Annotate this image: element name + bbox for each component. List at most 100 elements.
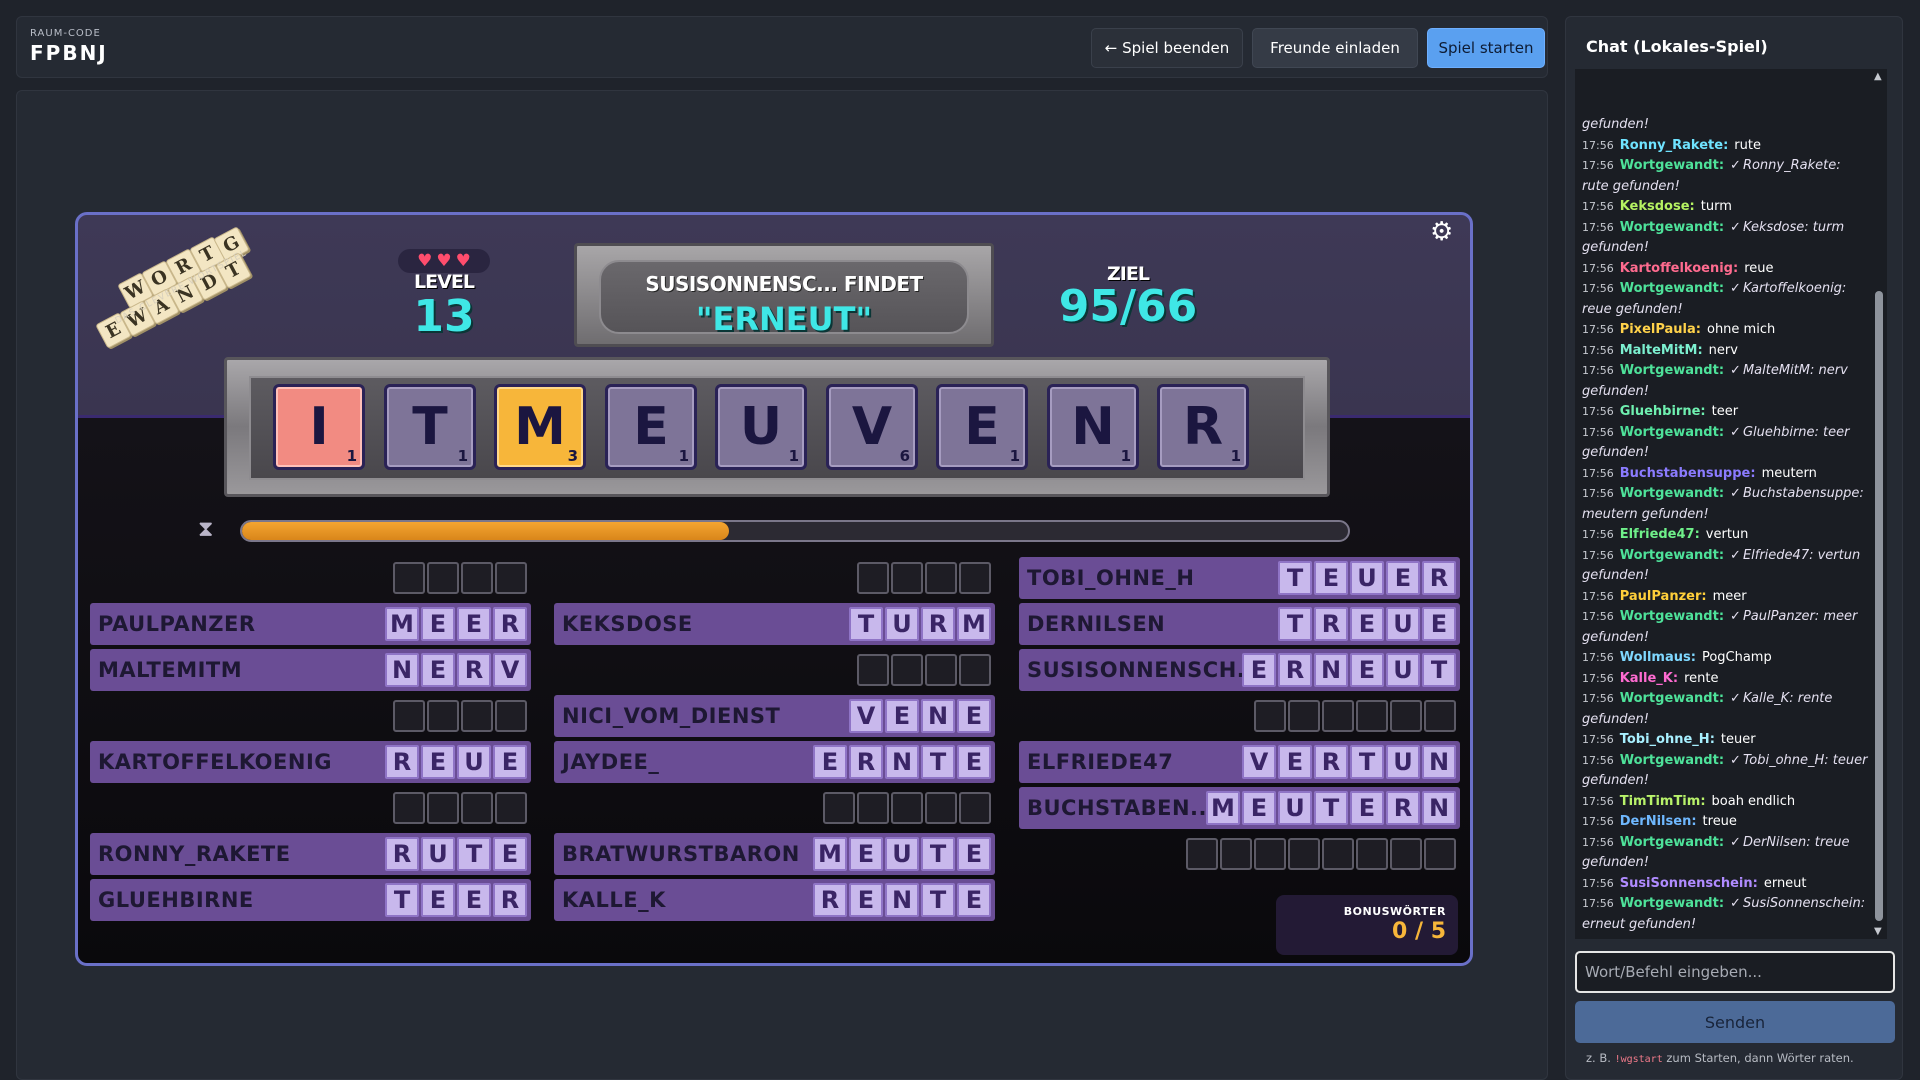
letter-tile[interactable]: U1: [715, 384, 807, 470]
chat-username[interactable]: Wortgewandt: [1620, 896, 1724, 911]
letter-tile-points: 1: [346, 447, 357, 465]
chat-username[interactable]: Tobi_ohne_H: [1620, 732, 1715, 747]
word-letter-box: R: [1386, 791, 1420, 825]
chat-messages: gefunden! 17:56 Ronny_Rakete rute 17:56 Wort…: [1575, 115, 1871, 935]
word-letter-box: U: [1350, 561, 1384, 595]
found-word-row: KEKSDOSE T U R M: [554, 603, 995, 645]
found-word-row: NICI_VOM_DIENST V E N E: [554, 695, 995, 737]
letter-tile[interactable]: T1: [384, 384, 476, 470]
chat-username[interactable]: Wollmaus: [1620, 650, 1696, 665]
found-word-row: RONNY_RAKETE R U T E: [90, 833, 531, 875]
start-game-button[interactable]: Spiel starten: [1427, 28, 1545, 68]
empty-letter-box: [461, 792, 493, 824]
chat-username[interactable]: Wortgewandt: [1620, 158, 1724, 173]
empty-word-slot: [823, 792, 991, 824]
letter-tile[interactable]: R1: [1157, 384, 1249, 470]
word-letter-box: E: [1242, 653, 1276, 687]
player-name: SUSISONNENSCH...: [1027, 658, 1263, 682]
chat-message: 17:56 PixelPaula ohne mich: [1582, 320, 1871, 341]
chat-username[interactable]: Kalle_K: [1620, 671, 1678, 686]
chat-timestamp: 17:56: [1582, 692, 1614, 705]
empty-letter-box: [925, 654, 957, 686]
chat-username[interactable]: TimTimTim: [1620, 794, 1706, 809]
letter-tile[interactable]: E1: [605, 384, 697, 470]
chat-input[interactable]: [1575, 951, 1895, 993]
chat-text: rente: [1684, 670, 1719, 686]
word-letter-box: E: [885, 699, 919, 733]
word-letter-box: R: [1278, 653, 1312, 687]
empty-letter-box: [1424, 700, 1456, 732]
settings-gear-icon[interactable]: ⚙: [1430, 217, 1453, 247]
letter-tile-points: 1: [678, 447, 689, 465]
chat-username[interactable]: DerNilsen: [1620, 814, 1697, 829]
chat-system-message: 17:56WortgewandtRonny_Rakete: rute gefun…: [1582, 156, 1871, 197]
chat-message: 17:56 SusiSonnenschein erneut: [1582, 874, 1871, 895]
chat-scroll-thumb[interactable]: [1875, 291, 1883, 921]
chat-timestamp: 17:56: [1582, 425, 1614, 439]
player-name: BUCHSTABEN...: [1027, 796, 1216, 820]
word-letter-box: N: [1314, 653, 1348, 687]
word-letters: TEUER: [1278, 561, 1456, 595]
word-letter-box: U: [1386, 607, 1420, 641]
chat-username[interactable]: PaulPanzer: [1620, 589, 1707, 604]
empty-word-slot: [1254, 700, 1456, 732]
chat-username[interactable]: Keksdose: [1620, 199, 1695, 214]
chat-username[interactable]: Buchstabensuppe: [1620, 466, 1756, 481]
word-letter-box: E: [421, 883, 455, 917]
game-board: WORTGEWANDT DAS CLEVERE WORTSPIEL ♥ ♥ ♥ LE…: [75, 212, 1473, 966]
word-letter-box: R: [849, 745, 883, 779]
chat-username[interactable]: Kartoffelkoenig: [1620, 261, 1738, 276]
empty-letter-box: [959, 654, 991, 686]
letter-tile[interactable]: I1: [273, 384, 365, 470]
player-name: KARTOFFELKOENIG: [98, 750, 332, 774]
chat-username[interactable]: Elfriede47: [1620, 527, 1700, 542]
empty-letter-box: [1254, 838, 1286, 870]
empty-word-slot: [857, 562, 991, 594]
word-letters: RUTE: [385, 837, 527, 871]
chat-text: nerv: [1708, 342, 1738, 358]
chat-username[interactable]: Wortgewandt: [1620, 609, 1724, 624]
chat-username[interactable]: Gluehbirne: [1620, 404, 1706, 419]
empty-letter-box: [959, 562, 991, 594]
letter-tile-char: I: [309, 397, 329, 457]
word-letter-box: R: [493, 607, 527, 641]
chat-username[interactable]: Ronny_Rakete: [1620, 138, 1729, 153]
chat-username[interactable]: Wortgewandt: [1620, 548, 1724, 563]
word-letter-box: E: [493, 745, 527, 779]
chat-username[interactable]: Wortgewandt: [1620, 753, 1724, 768]
chat-username[interactable]: MalteMitM: [1620, 343, 1703, 358]
chat-username[interactable]: Wortgewandt: [1620, 281, 1724, 296]
chat-scrollbar[interactable]: ▲ ▼: [1871, 69, 1887, 939]
letter-tile-points: 1: [1009, 447, 1020, 465]
chat-username[interactable]: Wortgewandt: [1620, 363, 1724, 378]
chat-timestamp: 17:56: [1582, 753, 1614, 767]
scroll-down-arrow-icon[interactable]: ▼: [1874, 926, 1882, 937]
invite-friends-button[interactable]: Freunde einladen: [1252, 28, 1418, 68]
letter-tile[interactable]: E1: [936, 384, 1028, 470]
letter-tile[interactable]: V6: [826, 384, 918, 470]
player-name: KEKSDOSE: [562, 612, 693, 636]
letter-tile[interactable]: M3: [494, 384, 586, 470]
word-letter-box: E: [1278, 745, 1312, 779]
empty-word-slot: [1186, 838, 1456, 870]
letter-tile-char: R: [1182, 397, 1224, 457]
chat-username[interactable]: Wortgewandt: [1620, 835, 1724, 850]
empty-word-slot: [393, 700, 527, 732]
chat-log[interactable]: gefunden! 17:56 Ronny_Rakete rute 17:56 Wort…: [1575, 69, 1887, 939]
chat-timestamp: 17:56: [1582, 405, 1614, 418]
chat-username[interactable]: Wortgewandt: [1620, 691, 1724, 706]
chat-username[interactable]: Wortgewandt: [1620, 425, 1724, 440]
scroll-up-arrow-icon[interactable]: ▲: [1874, 71, 1882, 82]
letter-tile[interactable]: N1: [1047, 384, 1139, 470]
word-letter-box: T: [921, 745, 955, 779]
chat-username[interactable]: PixelPaula: [1620, 322, 1701, 337]
chat-timestamp: 17:56: [1582, 364, 1614, 377]
chat-username[interactable]: Wortgewandt: [1620, 486, 1724, 501]
chat-username[interactable]: Wortgewandt: [1620, 220, 1724, 235]
send-button[interactable]: Senden: [1575, 1001, 1895, 1043]
chat-text: ohne mich: [1706, 322, 1776, 337]
chat-message: 17:56 Gluehbirne teer: [1582, 402, 1871, 423]
chat-username[interactable]: SusiSonnenschein: [1620, 876, 1758, 891]
end-game-button[interactable]: ← Spiel beenden: [1091, 28, 1243, 68]
room-code: FPBNJ: [30, 41, 108, 65]
